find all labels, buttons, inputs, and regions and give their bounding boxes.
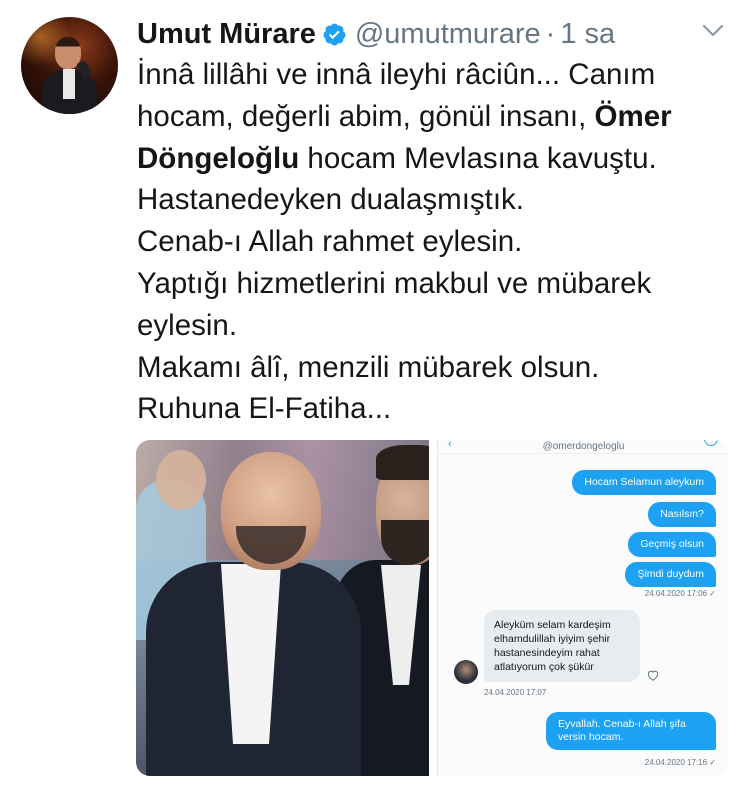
tweet-line: Hastanedeyken dualaşmıştık. xyxy=(137,183,524,217)
tweet-line: Ruhuna El-Fatiha... xyxy=(137,392,392,426)
author-handle[interactable]: @umutmurare xyxy=(355,18,541,51)
tweet-line: Döngeloğlu hocam Mevlasına kavuştu. xyxy=(137,141,657,175)
tweet-line: Cenab-ı Allah rahmet eylesin. xyxy=(137,225,523,259)
dm-message-out: Geçmiş olsun xyxy=(628,532,716,557)
dm-timestamp: 24.04.2020 17:16 ✓ xyxy=(644,758,716,767)
author-avatar[interactable] xyxy=(21,17,118,114)
tweet-text: İnnâ lillâhi ve innâ ileyhi râciûn... Ca… xyxy=(137,54,737,430)
chevron-down-icon[interactable] xyxy=(700,22,726,40)
tweet: Umut Mürare @umutmurare · 1 sa İnnâ lill… xyxy=(0,0,750,791)
dm-header: ‹ @omerdongeloglu xyxy=(438,440,728,454)
tweet-line: Makamı âlî, menzili mübarek olsun. xyxy=(137,350,600,384)
dm-username: @omerdongeloglu xyxy=(542,441,625,452)
heart-icon xyxy=(647,670,659,681)
tweet-header: Umut Mürare @umutmurare · 1 sa xyxy=(137,14,615,54)
tweet-line: eylesin. xyxy=(137,308,238,342)
separator-dot: · xyxy=(545,17,556,50)
author-name[interactable]: Umut Mürare xyxy=(137,18,316,51)
dm-message-out: Eyvallah. Cenab-ı Allah şifa versin hoca… xyxy=(546,712,716,750)
tweet-timestamp[interactable]: 1 sa xyxy=(560,18,615,51)
tweet-media: ‹ @omerdongeloglu Hocam Selamun aleykum … xyxy=(136,440,728,776)
dm-timestamp: 24.04.2020 17:07 xyxy=(484,688,547,697)
tweet-line: Yaptığı hizmetlerini makbul ve mübarek xyxy=(137,266,652,300)
dm-avatar xyxy=(454,660,478,684)
dm-message-out: Nasılsın? xyxy=(648,502,716,527)
dm-timestamp: 24.04.2020 17:06 ✓ xyxy=(644,589,716,598)
tweet-line: hocam, değerli abim, gönül insanı, Ömer xyxy=(137,99,672,133)
dm-message-out: Şimdi duydum xyxy=(625,562,716,587)
media-dm-screenshot[interactable]: ‹ @omerdongeloglu Hocam Selamun aleykum … xyxy=(437,440,728,776)
tweet-line: İnnâ lillâhi ve innâ ileyhi râciûn... Ca… xyxy=(137,58,656,91)
dm-message-in: Aleyküm selam kardeşim elhamdulillah iyi… xyxy=(484,610,640,682)
verified-badge-icon xyxy=(323,23,346,45)
media-photo[interactable] xyxy=(136,440,429,776)
dm-message-out: Hocam Selamun aleykum xyxy=(572,470,716,495)
